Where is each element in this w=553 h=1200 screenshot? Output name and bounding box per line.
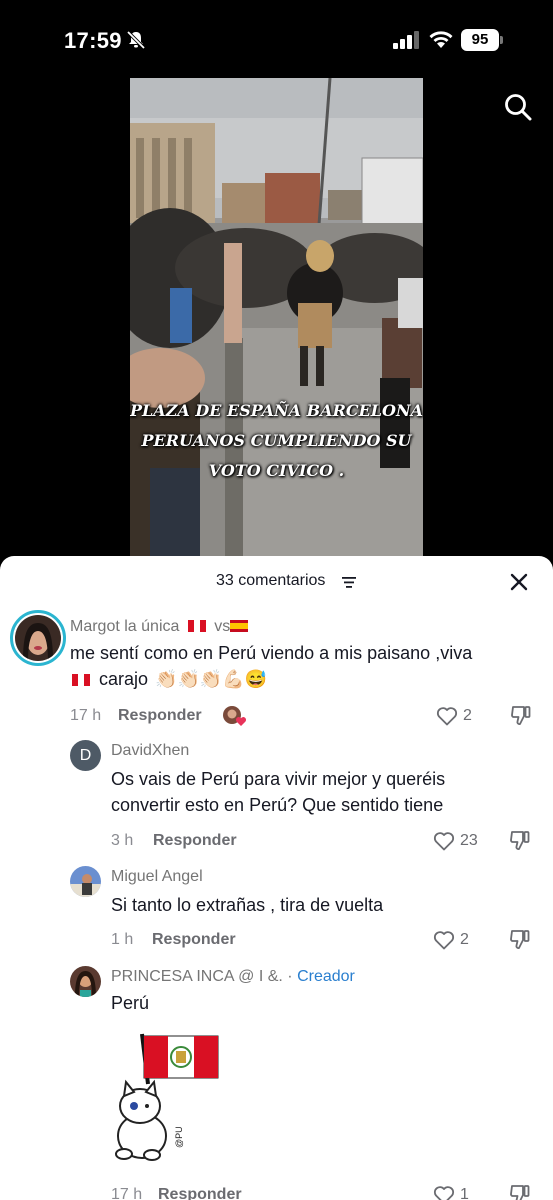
comment-item: D DavidXhen Os vais de Perú para vivir m… <box>0 738 553 856</box>
comment-item: PRINCESA INCA @ I &. · Creador Perú @PU … <box>0 964 553 1200</box>
wifi-icon <box>429 31 453 48</box>
video-caption: PLAZA DE ESPAÑA BARCELONA PERUANOS CUMPL… <box>130 396 423 486</box>
search-icon[interactable] <box>503 92 533 122</box>
comment-text: me sentí como en Perú viendo a mis paisa… <box>70 640 540 692</box>
comment-line: Os vais de Perú para vivir mejor y queré… <box>111 769 446 789</box>
comment-line: Si tanto lo extrañas , tira de vuelta <box>111 895 384 915</box>
reply-button[interactable]: Responder <box>152 931 236 949</box>
peru-flag-icon <box>187 620 206 632</box>
status-bar: 17:59 95 <box>0 0 553 80</box>
creator-badge: Creador <box>297 968 355 985</box>
cellular-signal-icon <box>393 31 419 49</box>
comment-item: Margot la única vs me sentí como en Perú… <box>0 608 553 736</box>
username-text: Margot la única <box>70 618 180 635</box>
comments-count: 33 comentarios <box>216 572 326 589</box>
dislike-icon[interactable] <box>510 704 532 726</box>
heart-icon[interactable] <box>433 831 455 851</box>
battery-tip <box>500 36 503 44</box>
username-text: PRINCESA INCA @ I &. <box>111 968 283 985</box>
reply-button[interactable]: Responder <box>153 832 237 850</box>
battery-indicator: 95 <box>461 29 503 51</box>
comment-time: 17 h <box>70 707 102 724</box>
svg-text:@PU: @PU <box>174 1126 184 1148</box>
comment-line: carajo <box>99 669 149 689</box>
avatar[interactable] <box>70 866 101 897</box>
comment-username[interactable]: Margot la única vs <box>70 618 249 636</box>
comment-line: convertir esto en Perú? Que sentido tien… <box>111 795 444 815</box>
avatar[interactable]: D <box>70 740 101 771</box>
status-time: 17:59 <box>64 28 122 53</box>
comment-line: me sentí como en Perú viendo a mis paisa… <box>70 643 473 663</box>
sort-icon[interactable] <box>342 577 356 588</box>
avatar-image <box>70 866 101 897</box>
like-count: 1 <box>460 1186 469 1200</box>
avatar-letter: D <box>79 747 92 764</box>
heart-icon[interactable] <box>433 930 455 950</box>
dislike-icon[interactable] <box>509 829 531 851</box>
comment-line: Perú <box>111 993 150 1013</box>
avatar[interactable] <box>10 610 66 666</box>
avatar[interactable] <box>70 966 101 997</box>
reply-button[interactable]: Responder <box>158 1186 242 1200</box>
comment-text: Os vais de Perú para vivir mejor y queré… <box>111 766 531 818</box>
comment-username[interactable]: DavidXhen <box>111 742 189 760</box>
heart-icon[interactable] <box>436 706 458 726</box>
comment-time: 17 h <box>111 1186 143 1200</box>
comments-header: 33 comentarios <box>0 556 553 606</box>
comment-item: Miguel Angel Si tanto lo extrañas , tira… <box>0 864 553 958</box>
comment-text: Si tanto lo extrañas , tira de vuelta <box>111 892 531 918</box>
dislike-icon[interactable] <box>509 928 531 950</box>
vs-text: vs <box>214 618 231 635</box>
comment-time: 3 h <box>111 832 134 849</box>
bell-muted-icon <box>126 30 146 50</box>
like-count: 23 <box>460 832 478 849</box>
caption-line: PLAZA DE ESPAÑA BARCELONA <box>130 401 423 420</box>
like-count: 2 <box>463 707 472 724</box>
comment-username[interactable]: Miguel Angel <box>111 868 203 886</box>
close-icon[interactable] <box>509 572 529 592</box>
caption-line: VOTO CIVICO . <box>208 461 345 480</box>
creator-liked-avatar-icon <box>223 706 247 726</box>
comment-time: 1 h <box>111 931 134 948</box>
reply-button[interactable]: Responder <box>118 707 202 725</box>
comment-text: Perú <box>111 990 531 1016</box>
like-count: 2 <box>460 931 469 948</box>
emoji-group: 👏🏻👏🏻👏🏻💪🏻😅 <box>155 669 268 689</box>
video-player[interactable]: PLAZA DE ESPAÑA BARCELONA PERUANOS CUMPL… <box>130 78 423 558</box>
avatar-image <box>15 615 61 661</box>
comments-sheet: 33 comentarios Margot la única vs me sen… <box>0 556 553 1200</box>
caption-line: PERUANOS CUMPLIENDO SU <box>141 431 412 450</box>
video-frame-image <box>130 78 423 558</box>
peru-flag-cat-sticker-icon: @PU <box>115 1033 219 1161</box>
heart-icon[interactable] <box>433 1185 455 1200</box>
comment-username[interactable]: PRINCESA INCA @ I &. · Creador <box>111 968 355 986</box>
spain-flag-icon <box>230 620 249 632</box>
avatar-image <box>70 966 101 997</box>
separator: · <box>287 968 293 985</box>
battery-level: 95 <box>461 29 499 51</box>
comment-line-2: carajo 👏🏻👏🏻👏🏻💪🏻😅 <box>70 666 540 692</box>
peru-flag-icon <box>72 674 90 686</box>
dislike-icon[interactable] <box>509 1183 531 1200</box>
